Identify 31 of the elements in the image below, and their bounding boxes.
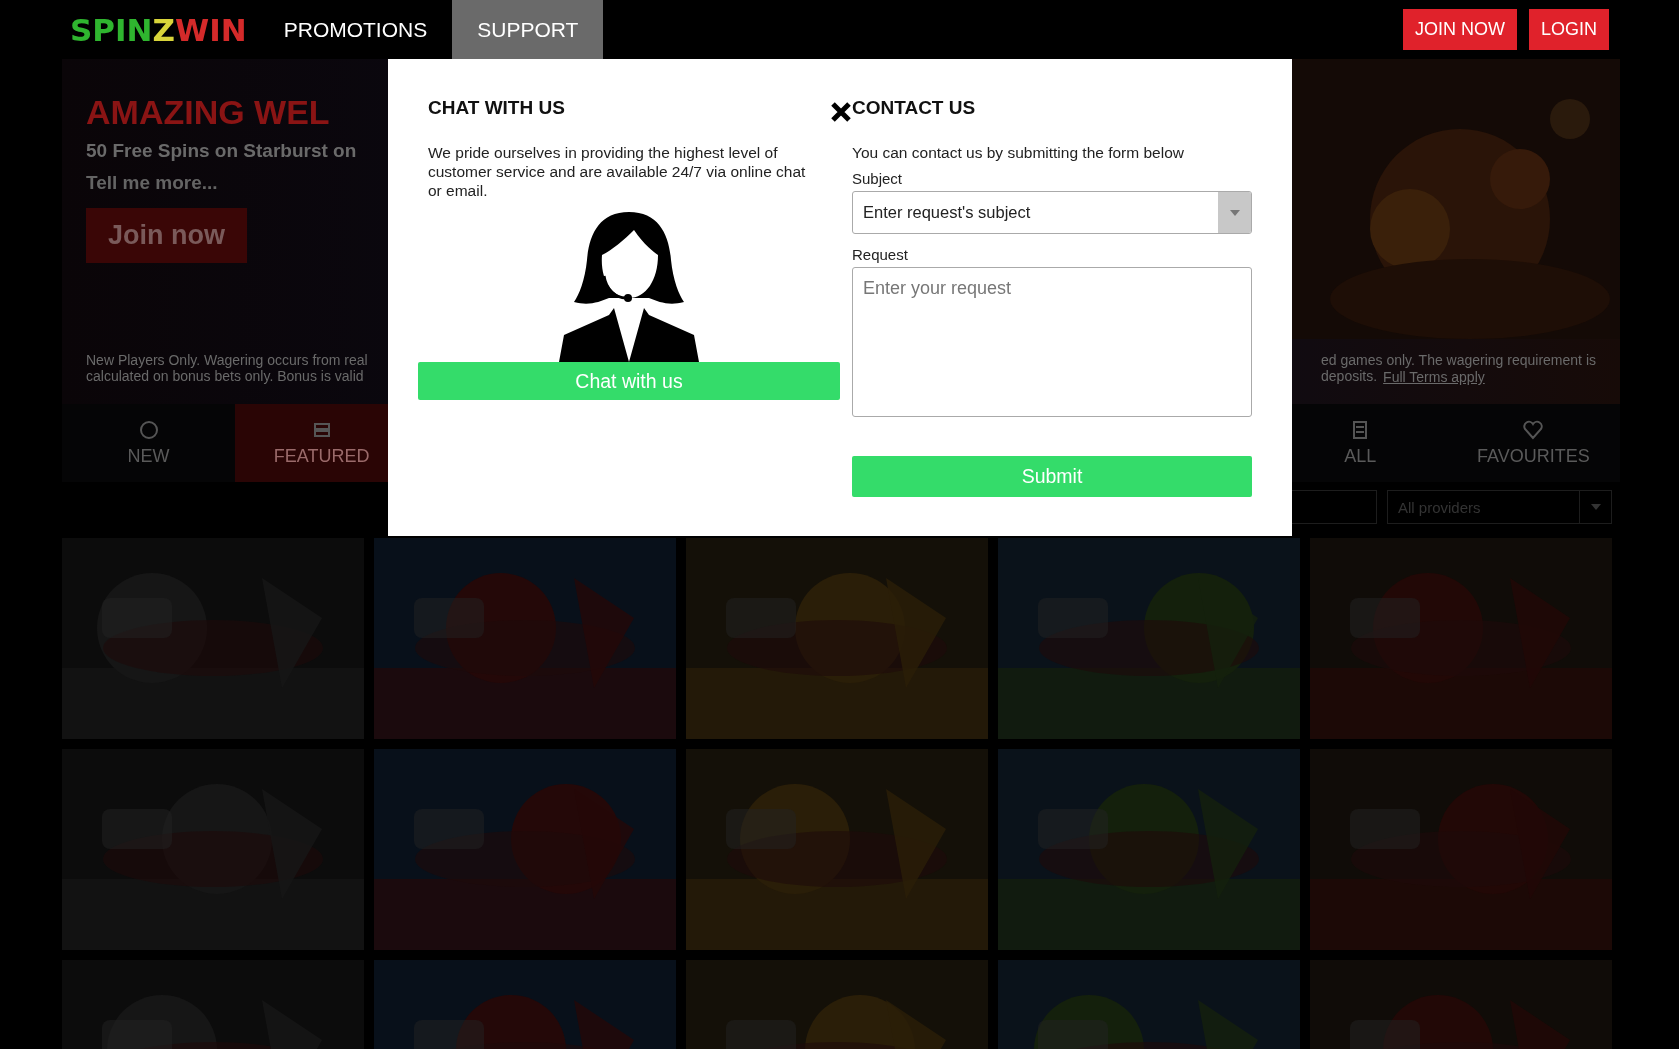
contact-title: CONTACT US (852, 97, 977, 119)
terms-text: New Players Only. Wagering occurs from real (86, 352, 368, 368)
category-tab[interactable]: FAVOURITES (1446, 404, 1620, 482)
login-button[interactable]: LOGIN (1529, 9, 1609, 50)
terms-text: ed games only. The wagering requirement is (1321, 352, 1596, 368)
close-icon[interactable] (830, 101, 852, 123)
subject-dropdown[interactable]: Enter request's subject (852, 191, 1252, 234)
request-field[interactable]: Enter your request (852, 267, 1252, 417)
field-label: Subject (852, 170, 904, 187)
join-now-button[interactable]: Join now (86, 208, 247, 263)
list-icon (1352, 419, 1369, 440)
nav-link[interactable]: SUPPORT (452, 0, 604, 59)
chat-description: We pride ourselves in providing the highest level of customer service and are available 24/7 via online chat or email. (428, 143, 807, 200)
contact-description: You can contact us by submitting the form below (852, 143, 1185, 162)
terms-text: calculated on bonus bets only. Bonus is valid (86, 368, 365, 384)
logo[interactable]: SPINZWIN (70, 0, 247, 59)
category-tab[interactable]: NEW (62, 404, 236, 482)
join-now-button[interactable]: JOIN NOW (1403, 9, 1517, 50)
chat-title: CHAT WITH US (428, 97, 566, 119)
category-tab[interactable]: ALL (1273, 404, 1447, 482)
circle-icon (138, 419, 159, 440)
nav-link[interactable]: PROMOTIONS (258, 0, 453, 59)
terms-text: deposits. (1321, 368, 1378, 386)
full-terms-link[interactable]: Full Terms apply (1383, 368, 1485, 386)
caret-icon (1590, 504, 1601, 510)
promo-heading: AMAZING WEL (86, 93, 330, 132)
caret-icon (1229, 209, 1240, 216)
promo-subtitle: 50 Free Spins on Starburst on (86, 140, 357, 162)
tell-me-more-link[interactable]: Tell me more... (86, 172, 218, 194)
field-label: Request (852, 246, 909, 263)
heart-icon (1522, 419, 1545, 440)
